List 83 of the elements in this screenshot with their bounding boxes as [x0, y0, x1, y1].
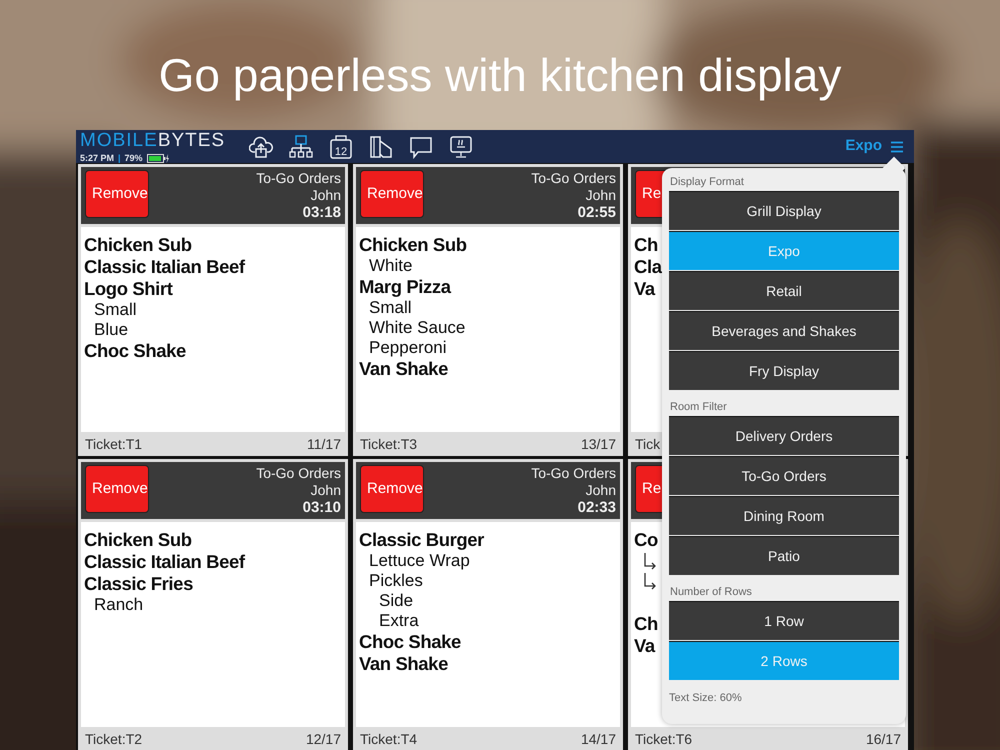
timer-text: 03:18: [302, 204, 341, 221]
order-item-text: Van Shake: [359, 358, 448, 380]
modifier-text: White: [368, 256, 412, 276]
order-item-text: Chicken Sub: [359, 234, 467, 256]
ticket-count-text: 13/17: [580, 434, 616, 454]
ticket-number-text: Ticket:T1: [85, 434, 142, 454]
order-item-text: Choc Shake: [84, 340, 186, 362]
arrow-icon: [642, 551, 658, 571]
battery-text: 79%: [124, 154, 143, 162]
menu-icon[interactable]: [890, 140, 904, 152]
separator-text: |: [118, 154, 121, 162]
ticket-count-text: 11/17: [307, 434, 341, 454]
server-name-text: John: [584, 482, 616, 499]
order-item-text: Classic Burger: [359, 529, 484, 551]
order-item-text: Chicken Sub: [84, 529, 192, 551]
order-item-text: Cla: [634, 256, 662, 278]
ticket-number-text: Ticket:T4: [360, 730, 418, 748]
option-button[interactable]: Fry Display: [669, 351, 899, 390]
ticket-number-text: Ticket:T2: [85, 730, 142, 748]
order-item-text: Logo Shirt: [84, 278, 172, 300]
order-item-text: Classic Italian Beef: [84, 551, 245, 573]
timer-text: 03:10: [302, 499, 341, 516]
ticket-number-text: Ticket:T3: [360, 434, 418, 454]
remove-button[interactable]: Remove: [360, 465, 424, 513]
order-type-text: To-Go Orders: [531, 170, 616, 187]
modifier-text: Small: [93, 300, 137, 320]
order-item-text: Marg Pizza: [359, 276, 451, 298]
option-button[interactable]: Delivery Orders: [669, 416, 899, 455]
modifier-text: Lettuce Wrap: [368, 551, 470, 571]
modifier-text: Blue: [93, 320, 128, 340]
order-type-text: To-Go Orders: [256, 465, 341, 482]
network-icon[interactable]: [289, 134, 314, 158]
server-name-text: John: [310, 482, 341, 499]
ticket-number-text: Tick: [635, 434, 660, 454]
modifier-text: Pickles: [368, 571, 423, 591]
cloud-upload-icon[interactable]: [249, 134, 274, 158]
remove-button[interactable]: Remove: [360, 170, 424, 218]
section-title: Number of Rows: [670, 585, 753, 599]
timer-text: 02:33: [576, 499, 616, 516]
order-type-text: To-Go Orders: [256, 170, 341, 187]
remove-button[interactable]: Remove: [85, 465, 149, 513]
order-item-text: Classic Italian Beef: [84, 256, 245, 278]
option-button[interactable]: Grill Display: [669, 191, 899, 230]
option-button[interactable]: Dining Room: [669, 496, 899, 535]
option-button[interactable]: Retail: [669, 271, 899, 310]
cards-icon[interactable]: [369, 134, 394, 158]
clock-text: 5:27 PM: [80, 154, 114, 162]
order-item-text: Classic Fries: [84, 573, 193, 595]
arrow-icon: [642, 571, 658, 591]
option-button[interactable]: Patio: [669, 536, 899, 575]
section-title: Display Format: [670, 175, 745, 189]
timer-text: 02:55: [576, 204, 616, 221]
mode-link[interactable]: Expo: [845, 135, 882, 158]
option-button[interactable]: Beverages and Shakes: [669, 311, 899, 350]
ticket-count-text: 12/17: [306, 730, 341, 748]
order-type-text: To-Go Orders: [531, 465, 616, 482]
section-title: Room Filter: [670, 400, 728, 414]
text-size-label: Text Size: 60%: [669, 691, 743, 706]
order-item-text: Choc Shake: [359, 631, 461, 653]
order-item-text: Ch: [634, 234, 658, 256]
modifier-text: White Sauce: [368, 318, 466, 338]
modifier-text: Ranch: [93, 595, 144, 615]
order-item-text: Van Shake: [359, 653, 448, 675]
modifier-text: Small: [368, 298, 412, 318]
ticket-count-text: 14/17: [580, 730, 616, 748]
option-button[interactable]: To-Go Orders: [669, 456, 899, 495]
order-item-text: Ch: [634, 613, 658, 635]
ticket-count-text: 16/17: [866, 730, 901, 748]
chat-icon[interactable]: [409, 134, 434, 158]
order-item-text: Va: [634, 635, 655, 657]
logo: MOBILEBYTES: [80, 130, 226, 150]
order-item-text: Va: [634, 278, 655, 300]
server-name-text: John: [584, 187, 616, 204]
modifier-text: Side: [378, 591, 414, 611]
server-name-text: John: [310, 187, 341, 204]
monitor-icon[interactable]: [449, 134, 474, 158]
option-button[interactable]: 1 Row: [669, 601, 899, 640]
modifier-text: Pepperoni: [368, 338, 447, 358]
order-item-text: Chicken Sub: [84, 234, 192, 256]
remove-button[interactable]: Remove: [85, 170, 149, 218]
order-item-text: Co: [634, 529, 658, 551]
modifier-text: Extra: [378, 611, 419, 631]
ticket-number-text: Ticket:T6: [635, 730, 692, 748]
